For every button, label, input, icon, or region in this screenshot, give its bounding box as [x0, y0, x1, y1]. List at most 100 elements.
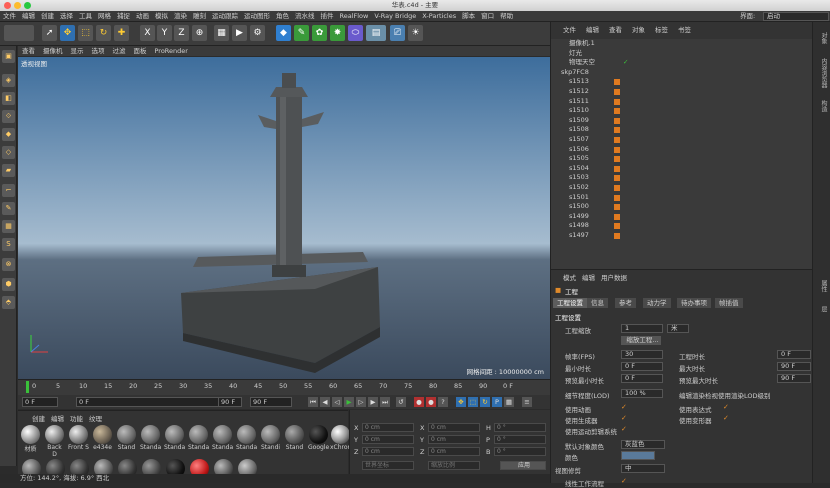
tab-interpolation[interactable]: 帧插值 [715, 298, 743, 308]
material-swatch[interactable]: Standa [236, 425, 257, 451]
menu-snap[interactable]: 捕捉 [117, 12, 130, 20]
material-swatch[interactable]: Google [308, 425, 329, 451]
material-tag-icon[interactable] [614, 156, 620, 163]
array-icon[interactable]: ✸ [330, 25, 345, 41]
cube-icon[interactable]: ◆ [276, 25, 291, 41]
menu-xparticles[interactable]: X-Particles [422, 12, 456, 20]
max-time-field[interactable]: 90 F [777, 362, 811, 371]
obj-menu-view[interactable]: 查看 [609, 26, 622, 34]
menu-help[interactable]: 帮助 [500, 12, 513, 20]
side-tab-content-browser[interactable]: 内容浏览器 [816, 58, 828, 88]
minimize-window-button[interactable] [14, 2, 21, 9]
paint-icon[interactable]: ✎ [2, 202, 15, 215]
material-tag-icon[interactable] [614, 233, 620, 239]
viewport-menu-options[interactable]: 选项 [92, 47, 105, 55]
axis-mode-icon[interactable]: ⟐ [2, 110, 15, 123]
apply-button[interactable]: 应用 [500, 461, 546, 470]
z-axis-button[interactable]: Z [174, 25, 189, 41]
list-item[interactable]: s1497 [551, 231, 813, 241]
fps-field[interactable]: 30 [621, 350, 663, 359]
layout-select[interactable]: 启动 [763, 12, 829, 21]
tab-project-settings[interactable]: 工程设置 [553, 298, 587, 308]
menu-realflow[interactable]: RealFlow [340, 12, 369, 20]
list-item[interactable]: 灯光 [551, 49, 813, 59]
list-item[interactable]: 摄像机.1 [551, 39, 813, 49]
next-key-icon[interactable]: ▶ [368, 397, 378, 407]
menu-select[interactable]: 选择 [60, 12, 73, 20]
obj-menu-edit[interactable]: 编辑 [586, 26, 599, 34]
list-item[interactable]: skp7FC8 [551, 68, 813, 78]
color-swatch[interactable] [621, 451, 655, 460]
material-swatch[interactable]: Standa [188, 425, 209, 451]
project-scale-unit-select[interactable]: 米 [667, 324, 689, 333]
world-coordinates-select[interactable]: 世界坐标 [362, 461, 414, 470]
keyframe-selection-icon[interactable]: ? [438, 397, 448, 407]
autokey-icon[interactable]: ● [426, 397, 436, 407]
menu-tools[interactable]: 工具 [79, 12, 92, 20]
menu-script[interactable]: 脚本 [462, 12, 475, 20]
prev-frame-icon[interactable]: ◁ [332, 397, 342, 407]
project-duration-field[interactable]: 0 F [777, 350, 811, 359]
preview-end-field[interactable]: 90 F [218, 397, 242, 407]
viewport-menu-prorender[interactable]: ProRender [155, 47, 188, 55]
rotation-p-field[interactable]: 0 ° [494, 435, 546, 444]
material-swatch[interactable]: Standi [260, 425, 281, 451]
list-item[interactable]: s1502 [551, 183, 813, 193]
material-tag-icon[interactable] [614, 79, 620, 86]
list-item[interactable]: s1506 [551, 145, 813, 155]
menu-file[interactable]: 文件 [3, 12, 16, 20]
check-icon[interactable]: ✓ [623, 58, 628, 68]
goto-start-icon[interactable]: ⏮ [308, 397, 318, 407]
zoom-window-button[interactable] [24, 2, 31, 9]
side-tab-attributes[interactable]: 属性 [816, 280, 828, 292]
material-tag-icon[interactable] [614, 165, 620, 172]
render-region-icon[interactable]: ▦ [214, 25, 229, 41]
make-editable-icon[interactable]: ▣ [2, 50, 15, 63]
stack-icon[interactable]: ⬘ [2, 296, 15, 309]
material-tag-icon[interactable] [614, 89, 620, 95]
viewport-menu-panel[interactable]: 面板 [134, 47, 147, 55]
material-tag-icon[interactable] [614, 98, 620, 105]
list-item[interactable]: s1500 [551, 202, 813, 212]
material-tag-icon[interactable] [614, 194, 620, 201]
move-tool-button[interactable]: ➚ [42, 25, 57, 41]
material-tag-icon[interactable] [614, 185, 620, 191]
attr-menu-userdata[interactable]: 用户数据 [601, 274, 627, 282]
goto-end-icon[interactable]: ⏭ [380, 397, 390, 407]
menu-vray[interactable]: V-Ray Bridge [374, 12, 416, 20]
rotation-h-field[interactable]: 0 ° [494, 423, 546, 432]
list-item[interactable]: s1508 [551, 125, 813, 135]
rotation-b-field[interactable]: 0 ° [494, 447, 546, 456]
obj-menu-file[interactable]: 文件 [563, 26, 576, 34]
list-item[interactable]: s1505 [551, 154, 813, 164]
key-scale-icon[interactable]: ⬚ [468, 397, 478, 407]
tab-dynamics[interactable]: 动力学 [643, 298, 671, 308]
material-menu-function[interactable]: 功能 [70, 415, 83, 423]
attr-menu-edit[interactable]: 编辑 [582, 274, 595, 282]
viewport-menu-display[interactable]: 显示 [71, 47, 84, 55]
prev-key-icon[interactable]: ◀ [320, 397, 330, 407]
material-tag-icon[interactable] [614, 213, 620, 220]
obj-menu-object[interactable]: 对象 [632, 26, 645, 34]
close-window-button[interactable] [4, 2, 11, 9]
menu-character[interactable]: 角色 [276, 12, 289, 20]
list-item[interactable]: s1503 [551, 173, 813, 183]
list-item[interactable]: 物理天空 ✓ [551, 58, 813, 68]
attr-menu-mode[interactable]: 模式 [563, 274, 576, 282]
polygons-mode-icon[interactable]: ▰ [2, 164, 15, 177]
x-axis-button[interactable]: X [140, 25, 155, 41]
playhead[interactable] [26, 381, 29, 393]
material-tag-icon[interactable] [614, 108, 620, 115]
material-swatch[interactable]: e434e [92, 425, 113, 451]
coordinate-system-icon[interactable]: ⊕ [192, 25, 207, 41]
material-swatch[interactable]: Standa [140, 425, 161, 451]
light-icon[interactable]: ☀ [408, 25, 423, 41]
project-scale-field[interactable]: 1 [621, 324, 663, 333]
menu-sculpt[interactable]: 雕刻 [193, 12, 206, 20]
menu-plugins[interactable]: 插件 [321, 12, 334, 20]
side-tab-objects[interactable]: 对象 [816, 32, 828, 44]
obj-menu-bookmarks[interactable]: 书签 [678, 26, 691, 34]
menu-simulate[interactable]: 模拟 [155, 12, 168, 20]
material-tag-icon[interactable] [614, 204, 620, 211]
menu-create[interactable]: 创建 [41, 12, 54, 20]
